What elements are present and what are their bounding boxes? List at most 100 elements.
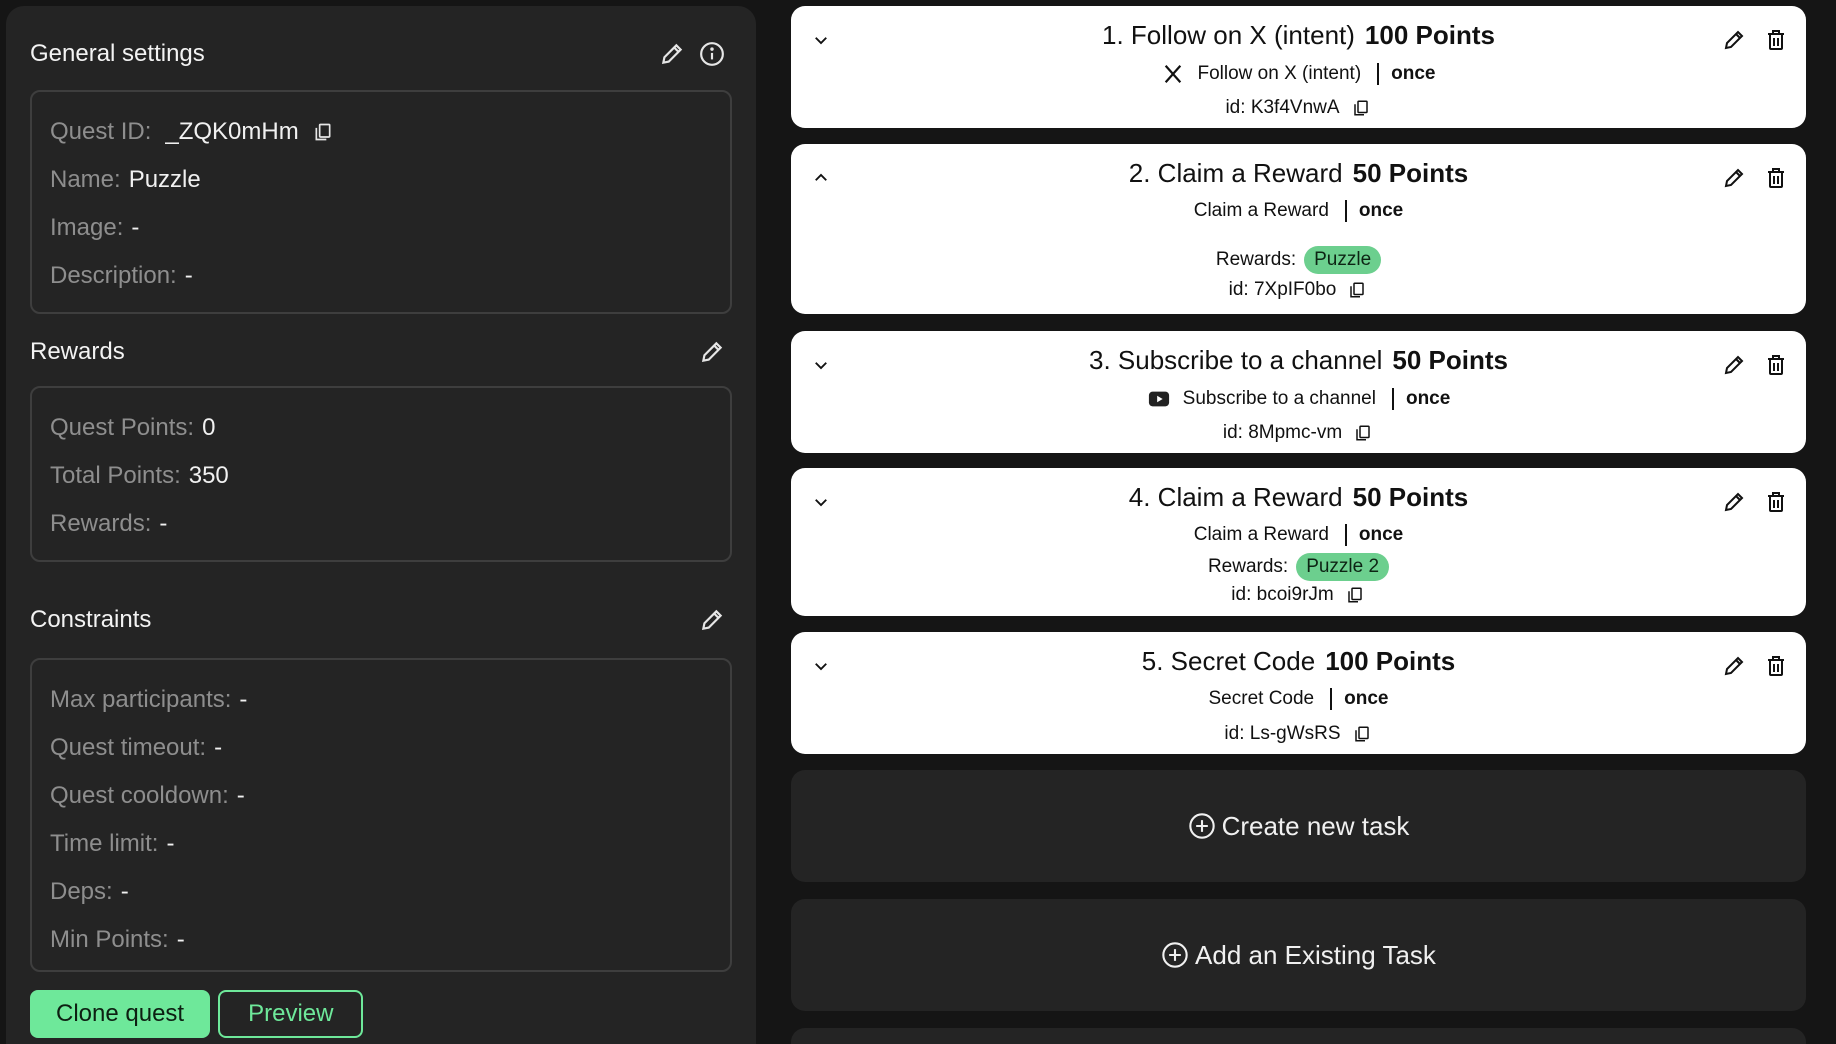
task-title-row: 3. Subscribe to a channel 50 Points — [791, 345, 1806, 376]
quest-settings-panel: General settings Quest ID: _ZQK0mHm Name… — [6, 6, 756, 1044]
pencil-icon — [1724, 656, 1744, 676]
task-frequency: once — [1358, 200, 1404, 221]
delete-task-button[interactable] — [1758, 347, 1794, 383]
task-card: 5. Secret Code 100 Points Secret Code once… — [791, 632, 1806, 754]
task-rewards-label: Rewards: — [1207, 556, 1289, 577]
delete-task-button[interactable] — [1758, 484, 1794, 520]
copy-icon — [1356, 425, 1370, 441]
rewards-header: Rewards — [30, 332, 732, 372]
time-limit-row: Time limit: - — [50, 820, 712, 868]
edit-constraints-button[interactable] — [692, 600, 732, 640]
copy-icon — [1353, 100, 1368, 116]
trash-icon — [1768, 492, 1784, 512]
task-type: Follow on X (intent) — [1197, 63, 1362, 84]
quest-cooldown-value: - — [236, 782, 245, 809]
task-card: 4. Claim a Reward 50 Points Claim a Rewar… — [791, 468, 1806, 616]
deps-value: - — [120, 878, 129, 905]
clone-quest-button[interactable]: Clone quest — [30, 990, 211, 1038]
name-row: Name: Puzzle — [50, 156, 712, 204]
general-settings-header: General settings — [30, 34, 732, 74]
reward-badge: Puzzle — [1304, 246, 1382, 274]
task-rewards-row: Rewards: Puzzle 2 — [791, 553, 1806, 581]
add-existing-task-label: Add an Existing Task — [1195, 939, 1436, 970]
task-id-row: id: 8Mpmc-vm — [791, 422, 1806, 444]
constraints-title: Constraints — [30, 606, 152, 633]
copy-task-id-button[interactable] — [1344, 584, 1366, 606]
task-rewards-label: Rewards: — [1215, 249, 1297, 270]
youtube-icon — [1147, 387, 1171, 411]
info-icon — [700, 42, 724, 66]
quest-id-row: Quest ID: _ZQK0mHm — [50, 108, 712, 156]
task-title: 4. Claim a Reward — [1128, 482, 1343, 512]
copy-task-id-button[interactable] — [1351, 723, 1373, 745]
task-frequency: once — [1358, 524, 1404, 545]
quest-id-value: _ZQK0mHm — [165, 118, 299, 145]
edit-task-button[interactable] — [1716, 648, 1752, 684]
image-value: - — [131, 214, 140, 241]
reward-badge: Puzzle 2 — [1296, 553, 1390, 581]
preview-button[interactable]: Preview — [218, 990, 364, 1038]
copy-task-id-button[interactable] — [1352, 422, 1374, 444]
description-row: Description: - — [50, 252, 712, 300]
pencil-icon — [701, 609, 723, 631]
task-id-label: id: — [1228, 279, 1249, 300]
deps-row: Deps: - — [50, 868, 712, 916]
total-points-label: Total Points: — [50, 462, 181, 489]
x-logo-icon — [1161, 62, 1185, 86]
time-limit-label: Time limit: — [50, 830, 159, 857]
create-new-task-button[interactable]: Create new task — [791, 770, 1806, 882]
task-title-row: 2. Claim a Reward 50 Points — [791, 158, 1806, 189]
quest-timeout-label: Quest timeout: — [50, 734, 207, 761]
task-id-row: id: Ls-gWsRS — [791, 723, 1806, 745]
copy-task-id-button[interactable] — [1350, 97, 1372, 119]
edit-task-button[interactable] — [1716, 160, 1752, 196]
quest-cooldown-label: Quest cooldown: — [50, 782, 229, 809]
plus-circle-icon — [1162, 942, 1188, 968]
plus-circle-icon — [1188, 813, 1215, 839]
copy-quest-id-button[interactable] — [311, 120, 335, 144]
trash-icon — [1768, 168, 1784, 188]
task-points: 50 Points — [1392, 345, 1508, 375]
description-label: Description: — [50, 262, 177, 289]
edit-rewards-button[interactable] — [692, 332, 732, 372]
delete-task-button[interactable] — [1758, 648, 1794, 684]
delete-task-button[interactable] — [1758, 22, 1794, 58]
edit-task-button[interactable] — [1716, 22, 1752, 58]
task-title: 2. Claim a Reward — [1128, 158, 1343, 188]
task-card: 3. Subscribe to a channel 50 Points Subsc… — [791, 331, 1806, 453]
task-subtitle: Subscribe to a channel once — [791, 387, 1806, 411]
task-type: Claim a Reward — [1193, 200, 1329, 221]
pencil-icon — [1724, 492, 1744, 512]
quest-cooldown-row: Quest cooldown: - — [50, 772, 712, 820]
task-card: 1. Follow on X (intent) 100 Points Follow… — [791, 6, 1806, 128]
task-points: 50 Points — [1352, 482, 1469, 512]
copy-task-id-button[interactable] — [1346, 279, 1368, 301]
task-id-label: id: — [1224, 723, 1245, 744]
rewards-title: Rewards — [30, 338, 125, 365]
pencil-icon — [701, 341, 723, 363]
edit-general-button[interactable] — [652, 34, 692, 74]
name-value: Puzzle — [128, 166, 201, 193]
add-existing-task-button[interactable]: Add an Existing Task — [791, 899, 1806, 1011]
edit-task-button[interactable] — [1716, 484, 1752, 520]
trash-icon — [1768, 30, 1784, 50]
total-points-row: Total Points: 350 — [50, 452, 712, 500]
pencil-icon — [1724, 30, 1744, 50]
task-id-label: id: — [1222, 422, 1243, 443]
task-frequency: once — [1344, 688, 1389, 709]
info-button[interactable] — [692, 34, 732, 74]
task-id: K3f4VnwA — [1250, 97, 1340, 118]
edit-task-button[interactable] — [1716, 347, 1752, 383]
task-id: 7XpIF0bo — [1253, 279, 1337, 300]
task-actions — [1716, 648, 1794, 684]
image-row: Image: - — [50, 204, 712, 252]
constraints-header: Constraints — [30, 600, 732, 640]
task-actions — [1716, 484, 1794, 520]
rewards-box: Quest Points: 0 Total Points: 350 Reward… — [30, 386, 732, 562]
task-id: Ls-gWsRS — [1249, 723, 1341, 744]
task-actions — [1716, 347, 1794, 383]
delete-task-button[interactable] — [1758, 160, 1794, 196]
quest-actions: Clone quest Preview — [30, 990, 364, 1038]
task-type: Secret Code — [1208, 688, 1315, 709]
quest-points-label: Quest Points: — [50, 414, 195, 441]
